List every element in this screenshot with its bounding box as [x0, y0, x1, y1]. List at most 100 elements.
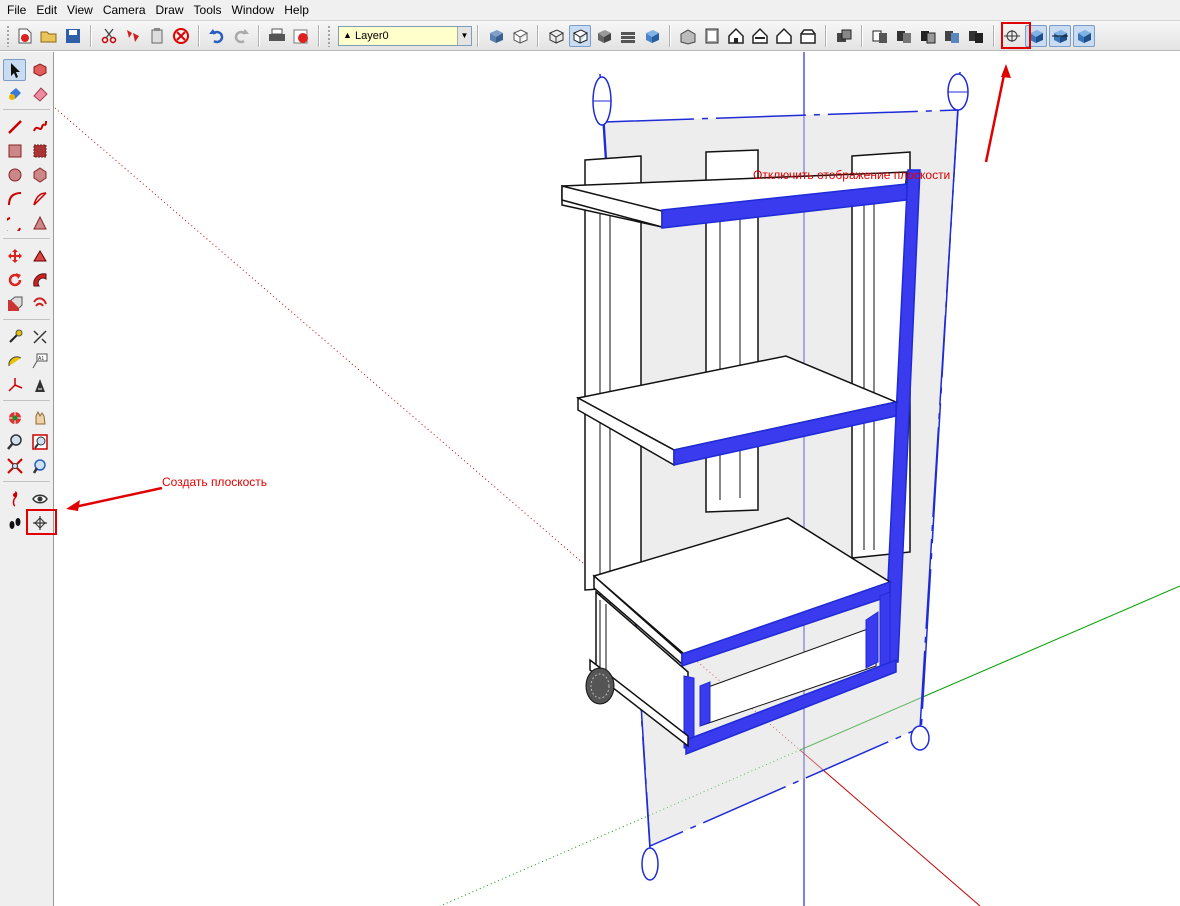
front-view-icon[interactable]	[725, 25, 747, 47]
toolbar-separator	[258, 24, 260, 47]
look-text-icon[interactable]	[28, 374, 51, 396]
annotation-arrow-toggle-plane	[984, 69, 1007, 163]
menu-window[interactable]: Window	[227, 0, 280, 21]
menu-camera[interactable]: Camera	[98, 0, 151, 21]
cut-icon[interactable]	[98, 25, 120, 47]
two-point-arc-icon[interactable]	[28, 188, 51, 210]
style-5-icon[interactable]	[965, 25, 987, 47]
section-marker-top-left[interactable]	[592, 76, 612, 126]
erase-icon[interactable]	[170, 25, 192, 47]
shaded-textures-icon[interactable]	[617, 25, 639, 47]
right-view-icon[interactable]	[749, 25, 771, 47]
arc-icon[interactable]	[3, 188, 26, 210]
display-section-cuts-icon[interactable]	[1049, 24, 1071, 47]
move-icon[interactable]	[3, 245, 26, 267]
menu-bar: File Edit View Camera Draw Tools Window …	[0, 0, 1180, 21]
rotate-icon[interactable]	[3, 269, 26, 291]
iso-view-icon[interactable]	[677, 25, 699, 47]
section-fill-icon[interactable]	[1073, 24, 1095, 47]
zoom-extents-icon[interactable]	[3, 455, 26, 477]
layer-dropdown[interactable]: ▲ Layer0 ▼	[338, 25, 472, 46]
menu-draw[interactable]: Draw	[151, 0, 189, 21]
style-4-icon[interactable]	[941, 25, 963, 47]
monochrome-icon[interactable]	[641, 25, 663, 47]
zoom-icon[interactable]	[3, 431, 26, 453]
eraser-icon[interactable]	[28, 83, 51, 105]
axes-icon[interactable]: A1	[28, 350, 51, 372]
save-icon[interactable]	[62, 25, 84, 47]
caster-wheel	[585, 667, 615, 705]
toolbar-separator	[993, 24, 995, 47]
shaded-icon[interactable]	[593, 25, 615, 47]
polygon-icon[interactable]	[28, 164, 51, 186]
tools-toolbar: A1	[0, 52, 54, 906]
position-camera-icon[interactable]	[3, 488, 26, 510]
freehand-icon[interactable]	[28, 116, 51, 138]
protractor-icon[interactable]	[28, 326, 51, 348]
section-marker-bottom-right[interactable]	[910, 725, 930, 751]
toolbar-separator	[318, 24, 320, 47]
left-view-icon[interactable]	[797, 25, 819, 47]
menu-file[interactable]: File	[2, 0, 31, 21]
menu-view[interactable]: View	[62, 0, 98, 21]
chevron-down-icon[interactable]: ▼	[457, 26, 471, 45]
section-marker-bottom-left[interactable]	[641, 847, 659, 881]
dimension-icon[interactable]	[3, 326, 26, 348]
toolbar-grip[interactable]	[6, 24, 10, 47]
wireframe-icon[interactable]	[545, 25, 567, 47]
rotated-rectangle-icon[interactable]	[28, 140, 51, 162]
open-icon[interactable]	[38, 25, 60, 47]
line-icon[interactable]	[3, 116, 26, 138]
circle-icon[interactable]	[3, 164, 26, 186]
hidden-line-icon[interactable]	[569, 24, 591, 47]
highlight-section-plane-tool	[26, 509, 57, 535]
menu-edit[interactable]: Edit	[31, 0, 62, 21]
xray-icon[interactable]	[485, 25, 507, 47]
style-3-icon[interactable]	[917, 25, 939, 47]
toolbar-separator	[861, 24, 863, 47]
menu-tools[interactable]: Tools	[189, 0, 227, 21]
tape-measure-icon[interactable]	[28, 293, 51, 315]
components-icon[interactable]	[833, 25, 855, 47]
print-icon[interactable]	[266, 25, 288, 47]
paint-bucket-icon[interactable]	[3, 83, 26, 105]
redo-icon[interactable]	[230, 25, 252, 47]
look-around-icon[interactable]	[28, 488, 51, 510]
pie-icon[interactable]	[3, 212, 26, 234]
scale-icon[interactable]	[28, 269, 51, 291]
top-view-icon[interactable]	[701, 25, 723, 47]
make-component-icon[interactable]	[28, 59, 51, 81]
zoom-window-icon[interactable]	[28, 431, 51, 453]
model-info-icon[interactable]	[290, 25, 312, 47]
svg-text:A1: A1	[38, 356, 44, 362]
toolbar-separator	[198, 24, 200, 47]
back-edges-icon[interactable]	[509, 25, 531, 47]
new-file-icon[interactable]	[14, 25, 36, 47]
3d-text-icon[interactable]	[3, 374, 26, 396]
text-icon[interactable]	[3, 350, 26, 372]
follow-me-icon[interactable]	[28, 245, 51, 267]
toolbar-grip[interactable]	[327, 24, 331, 47]
layer-cursor-icon: ▲	[343, 29, 352, 40]
section-marker-top-right[interactable]	[947, 73, 969, 111]
paste-icon[interactable]	[146, 25, 168, 47]
style-1-icon[interactable]	[869, 25, 891, 47]
walk-icon[interactable]	[3, 512, 26, 534]
rectangle-icon[interactable]	[3, 140, 26, 162]
orbit-icon[interactable]	[3, 407, 26, 429]
select-icon[interactable]	[3, 59, 26, 81]
back-view-icon[interactable]	[773, 25, 795, 47]
layer-current-value: Layer0	[355, 29, 389, 42]
menu-help[interactable]: Help	[279, 0, 314, 21]
undo-icon[interactable]	[206, 25, 228, 47]
annotation-create-plane: Создать плоскость	[162, 475, 268, 489]
arrow-head-icon	[1001, 64, 1011, 78]
toolbar-separator	[477, 24, 479, 47]
copy-icon[interactable]	[122, 25, 144, 47]
offset-icon[interactable]	[3, 293, 26, 315]
push-pull-icon[interactable]	[28, 212, 51, 234]
pan-icon[interactable]	[28, 407, 51, 429]
style-2-icon[interactable]	[893, 25, 915, 47]
arrow-head-icon	[66, 500, 80, 511]
previous-view-icon[interactable]	[28, 455, 51, 477]
